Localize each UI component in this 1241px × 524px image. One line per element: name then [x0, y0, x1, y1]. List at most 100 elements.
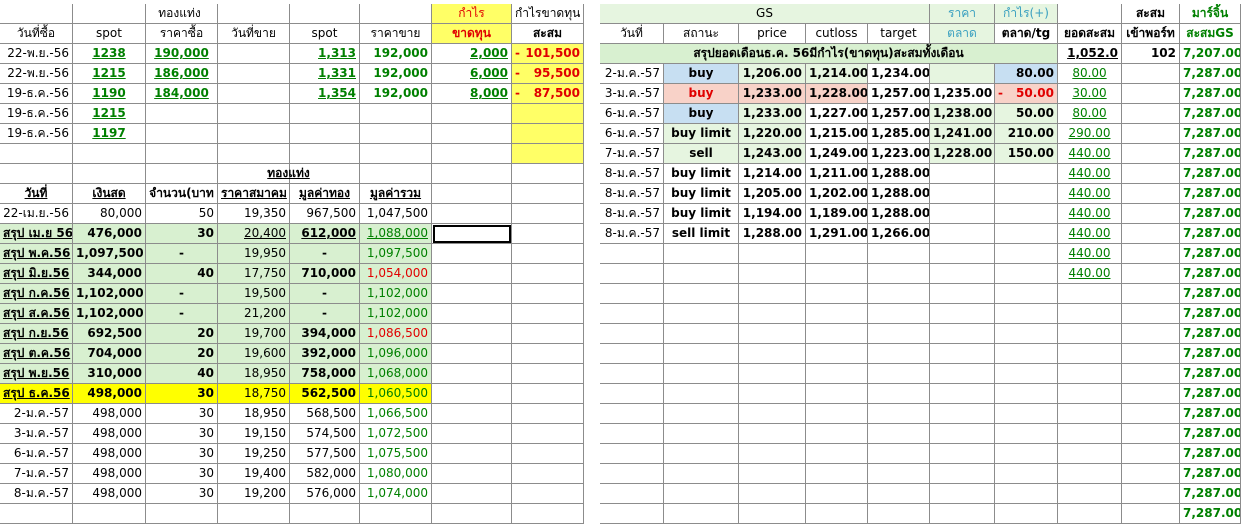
gs-margin-extra[interactable]: 7,287.00 — [1180, 444, 1241, 464]
trade-accum[interactable]: -87,500 — [512, 84, 584, 104]
grid-cell[interactable] — [995, 384, 1058, 404]
grid-cell[interactable] — [806, 444, 868, 464]
gs-margin[interactable]: 7,287.00 — [1180, 84, 1241, 104]
grid-cell[interactable] — [512, 364, 584, 384]
gs-accum-extra[interactable]: 440.00 — [1058, 244, 1122, 264]
grid-cell[interactable] — [146, 504, 218, 524]
summary-gold[interactable]: 582,000 — [290, 464, 360, 484]
summary-assoc[interactable]: 18,950 — [218, 404, 290, 424]
summary-cash[interactable]: 704,000 — [73, 344, 146, 364]
gs-margin[interactable]: 7,287.00 — [1180, 184, 1241, 204]
grid-cell[interactable] — [512, 184, 584, 204]
grid-cell[interactable] — [930, 324, 995, 344]
summary-total[interactable]: 1,047,500 — [360, 204, 432, 224]
gs-target[interactable]: 1,288.00 — [868, 204, 930, 224]
gs-profit[interactable]: 50.00 — [995, 104, 1058, 124]
grid-cell[interactable] — [664, 324, 739, 344]
grid-cell[interactable] — [868, 384, 930, 404]
gs-market[interactable]: 1,238.00 — [930, 104, 995, 124]
grid-cell[interactable] — [600, 304, 664, 324]
gs-accum[interactable]: 440.00 — [1058, 224, 1122, 244]
trade-date[interactable]: 22-พ.ย.-56 — [0, 44, 73, 64]
grid-cell[interactable] — [218, 504, 290, 524]
grid-cell[interactable] — [600, 464, 664, 484]
gs-status[interactable]: buy limit — [664, 124, 739, 144]
grid-cell[interactable] — [600, 444, 664, 464]
grid-cell[interactable] — [1122, 184, 1180, 204]
summary-assoc[interactable]: 19,500 — [218, 284, 290, 304]
gs-accum[interactable]: 80.00 — [1058, 104, 1122, 124]
grid-cell[interactable] — [512, 504, 584, 524]
trade-date[interactable]: 19-ธ.ค.-56 — [0, 84, 73, 104]
summary-assoc[interactable]: 19,400 — [218, 464, 290, 484]
grid-cell[interactable] — [432, 204, 512, 224]
summary-total[interactable]: 1,102,000 — [360, 284, 432, 304]
grid-cell[interactable] — [806, 244, 868, 264]
grid-cell[interactable] — [995, 404, 1058, 424]
grid-cell[interactable] — [1122, 144, 1180, 164]
grid-cell[interactable] — [806, 424, 868, 444]
grid-cell[interactable] — [432, 364, 512, 384]
summary-assoc[interactable]: 19,250 — [218, 444, 290, 464]
gs-date[interactable]: 8-ม.ค.-57 — [600, 184, 664, 204]
grid-cell[interactable] — [739, 304, 806, 324]
grid-cell[interactable] — [600, 344, 664, 364]
gs-market[interactable] — [930, 64, 995, 84]
summary-qty[interactable]: - — [146, 284, 218, 304]
gs-price[interactable]: 1,214.00 — [739, 164, 806, 184]
gs-margin-extra[interactable]: 7,287.00 — [1180, 504, 1241, 524]
summary-qty[interactable]: 30 — [146, 404, 218, 424]
grid-cell[interactable] — [432, 344, 512, 364]
summary-qty[interactable]: - — [146, 304, 218, 324]
gs-price[interactable]: 1,233.00 — [739, 84, 806, 104]
summary-gold[interactable]: 577,500 — [290, 444, 360, 464]
summary-date[interactable]: สรุป ต.ค.56 — [0, 344, 73, 364]
summary-gold[interactable]: 612,000 — [290, 224, 360, 244]
summary-date[interactable]: สรุป ก.ค.56 — [0, 284, 73, 304]
gs-market[interactable]: 1,235.00 — [930, 84, 995, 104]
gs-cutloss[interactable]: 1,227.00 — [806, 104, 868, 124]
grid-cell[interactable] — [664, 264, 739, 284]
summary-qty[interactable]: 30 — [146, 384, 218, 404]
summary-qty[interactable]: - — [146, 244, 218, 264]
grid-cell[interactable] — [739, 504, 806, 524]
grid-cell[interactable] — [664, 504, 739, 524]
gs-cutloss[interactable]: 1,291.00 — [806, 224, 868, 244]
gs-cutloss[interactable]: 1,249.00 — [806, 144, 868, 164]
grid-cell[interactable] — [995, 344, 1058, 364]
grid-cell[interactable] — [930, 284, 995, 304]
gs-cutloss[interactable]: 1,228.00 — [806, 84, 868, 104]
grid-cell[interactable] — [995, 504, 1058, 524]
gs-margin[interactable]: 7,287.00 — [1180, 124, 1241, 144]
summary-assoc[interactable]: 21,200 — [218, 304, 290, 324]
grid-cell[interactable] — [512, 404, 584, 424]
summary-qty[interactable]: 30 — [146, 424, 218, 444]
gs-profit[interactable]: -50.00 — [995, 84, 1058, 104]
grid-cell[interactable] — [995, 364, 1058, 384]
summary-assoc[interactable]: 18,750 — [218, 384, 290, 404]
gs-profit[interactable]: 150.00 — [995, 144, 1058, 164]
grid-cell[interactable] — [664, 284, 739, 304]
grid-cell[interactable] — [930, 484, 995, 504]
summary-gold[interactable]: 568,500 — [290, 404, 360, 424]
grid-cell[interactable] — [868, 464, 930, 484]
gs-status[interactable]: buy limit — [664, 164, 739, 184]
trade-sell-date[interactable] — [218, 44, 290, 64]
grid-cell[interactable] — [739, 484, 806, 504]
gs-price[interactable]: 1,194.00 — [739, 204, 806, 224]
grid-cell[interactable] — [432, 484, 512, 504]
gs-margin-extra[interactable]: 7,287.00 — [1180, 284, 1241, 304]
gs-status[interactable]: buy — [664, 84, 739, 104]
grid-cell[interactable] — [432, 164, 512, 184]
grid-cell[interactable] — [1058, 284, 1122, 304]
summary-date[interactable]: สรุป เม.ย 56 — [0, 224, 73, 244]
summary-assoc[interactable]: 19,600 — [218, 344, 290, 364]
grid-cell[interactable] — [868, 504, 930, 524]
grid-cell[interactable] — [512, 244, 584, 264]
grid-cell[interactable] — [432, 304, 512, 324]
grid-cell[interactable] — [930, 264, 995, 284]
grid-cell[interactable] — [806, 364, 868, 384]
trade-date[interactable]: 19-ธ.ค.-56 — [0, 124, 73, 144]
grid-cell[interactable] — [512, 384, 584, 404]
gs-accum-extra[interactable]: 440.00 — [1058, 264, 1122, 284]
